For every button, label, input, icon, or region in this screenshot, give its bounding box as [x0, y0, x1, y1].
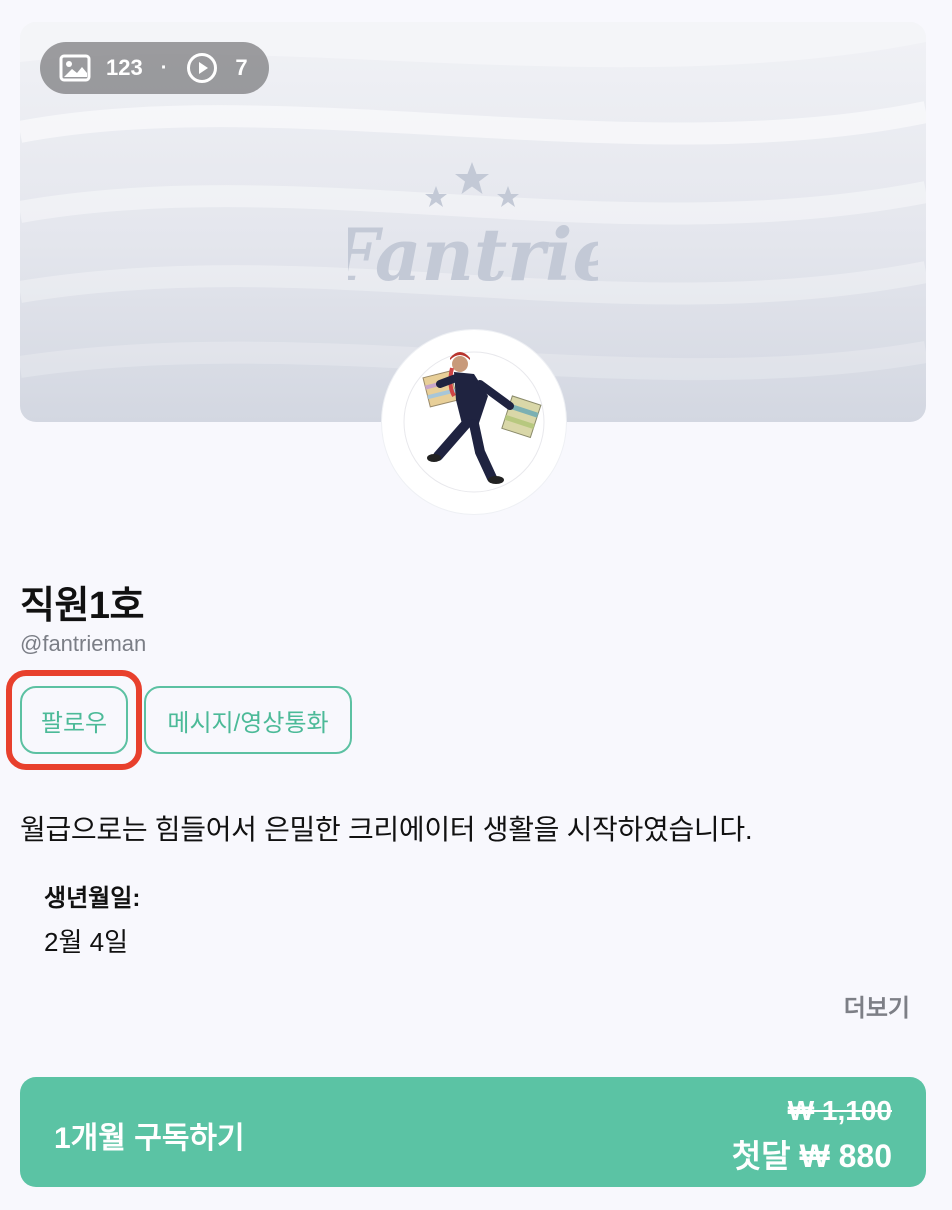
fantrie-logo: Fantrie: [348, 162, 598, 291]
subscribe-button[interactable]: 1개월 구독하기 ₩ 1,100 첫달 ₩ 880: [20, 1077, 926, 1187]
subscribe-label: 1개월 구독하기: [54, 1122, 245, 1155]
count-separator: ·: [160, 56, 168, 79]
avatar[interactable]: [382, 330, 566, 514]
bio-text: 월급으로는 힘들어서 은밀한 크리에이터 생활을 시작하였습니다.: [20, 814, 753, 845]
birthday-label: 생년월일:: [44, 885, 141, 912]
creator-name: 직원1호: [20, 585, 145, 627]
video-count: 7: [235, 55, 248, 80]
first-month-price: 첫달 ₩ 880: [731, 1138, 892, 1174]
media-count-badge: 123 · 7: [40, 42, 269, 94]
follow-button[interactable]: 팔로우: [20, 686, 128, 754]
logo-text: Fantrie: [348, 212, 598, 291]
original-price: ₩ 1,100: [787, 1095, 892, 1126]
image-icon: [58, 51, 92, 85]
play-circle-icon: [185, 51, 219, 85]
creator-handle: @fantrieman: [20, 631, 147, 656]
photo-count: 123: [106, 55, 143, 80]
message-video-call-button[interactable]: 메시지/영상통화: [144, 686, 352, 754]
birthday-value: 2월 4일: [44, 927, 128, 957]
creator-profile-page: 123 · 7 Fantrie: [0, 0, 952, 1210]
avatar-image: [403, 351, 545, 493]
more-link[interactable]: 더보기: [844, 988, 910, 1023]
